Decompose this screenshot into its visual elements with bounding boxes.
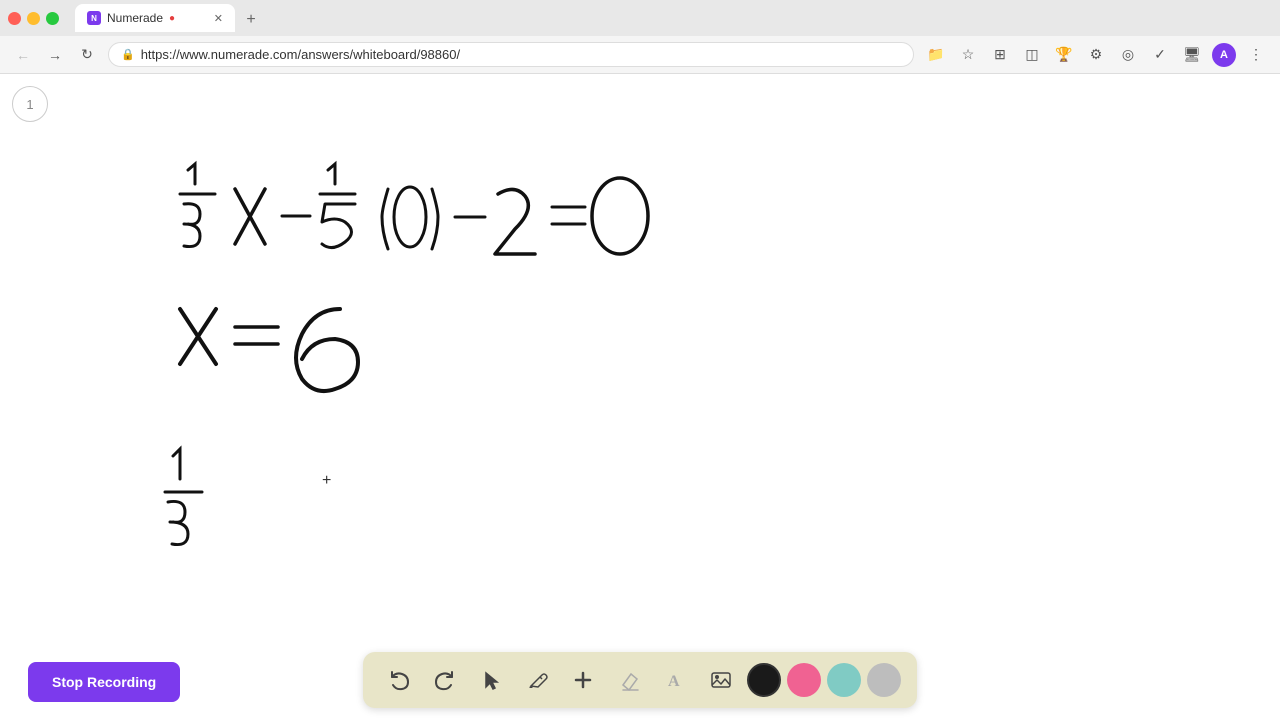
checkmark-icon[interactable]: ✓ [1148, 43, 1172, 67]
page-number-badge: 1 [12, 86, 48, 122]
downloads-icon[interactable]: 📁 [924, 43, 948, 67]
undo-button[interactable] [379, 660, 419, 700]
address-bar: ← → ↻ 🔒 https://www.numerade.com/answers… [0, 36, 1280, 74]
profile-icon[interactable]: ◎ [1116, 43, 1140, 67]
svg-text:A: A [668, 673, 680, 690]
browser-chrome: N Numerade ● ✕ + ← → ↻ 🔒 https://www.num… [0, 0, 1280, 74]
tab-recording-indicator: ● [169, 13, 175, 24]
drawing-toolbar: A [363, 652, 917, 708]
settings-icon[interactable]: ⚙ [1084, 43, 1108, 67]
tab-title: Numerade [107, 11, 163, 25]
eraser-tool-button[interactable] [609, 660, 649, 700]
url-bar[interactable]: 🔒 https://www.numerade.com/answers/white… [108, 42, 914, 67]
add-tool-button[interactable] [563, 660, 603, 700]
bookmark-icon[interactable]: ☆ [956, 43, 980, 67]
browser-toolbar-icons: 📁 ☆ ⊞ ◫ 🏆 ⚙ ◎ ✓ 🖥 A ⋮ [924, 43, 1268, 67]
user-avatar-button[interactable]: A [1212, 43, 1236, 67]
tab-close-button[interactable]: ✕ [214, 12, 223, 25]
color-gray-button[interactable] [867, 663, 901, 697]
browser-tab[interactable]: N Numerade ● ✕ [75, 4, 235, 32]
trophy-icon[interactable]: 🏆 [1052, 43, 1076, 67]
tabs-bar: N Numerade ● ✕ + [75, 4, 1272, 32]
maximize-window-button[interactable] [46, 12, 59, 25]
window-controls [8, 12, 59, 25]
color-green-button[interactable] [827, 663, 861, 697]
redo-button[interactable] [425, 660, 465, 700]
stop-recording-button[interactable]: Stop Recording [28, 662, 180, 702]
extensions-icon[interactable]: ⊞ [988, 43, 1012, 67]
new-tab-button[interactable]: + [239, 8, 263, 32]
url-text: https://www.numerade.com/answers/whitebo… [141, 47, 901, 62]
text-tool-button[interactable]: A [655, 660, 695, 700]
back-button[interactable]: ← [12, 44, 34, 66]
reload-button[interactable]: ↻ [76, 44, 98, 66]
select-tool-button[interactable] [471, 660, 511, 700]
monitor-icon[interactable]: 🖥 [1180, 43, 1204, 67]
minimize-window-button[interactable] [27, 12, 40, 25]
extensions2-icon[interactable]: ◫ [1020, 43, 1044, 67]
more-options-button[interactable]: ⋮ [1244, 43, 1268, 67]
close-window-button[interactable] [8, 12, 21, 25]
lock-icon: 🔒 [121, 48, 135, 61]
math-content [120, 134, 870, 599]
image-tool-button[interactable] [701, 660, 741, 700]
tab-favicon: N [87, 11, 101, 25]
whiteboard-area[interactable]: 1 [0, 74, 1280, 720]
title-bar: N Numerade ● ✕ + [0, 0, 1280, 36]
page-number-text: 1 [26, 97, 33, 112]
color-pink-button[interactable] [787, 663, 821, 697]
pen-tool-button[interactable] [517, 660, 557, 700]
color-black-button[interactable] [747, 663, 781, 697]
math-svg [120, 134, 870, 594]
forward-button[interactable]: → [44, 44, 66, 66]
